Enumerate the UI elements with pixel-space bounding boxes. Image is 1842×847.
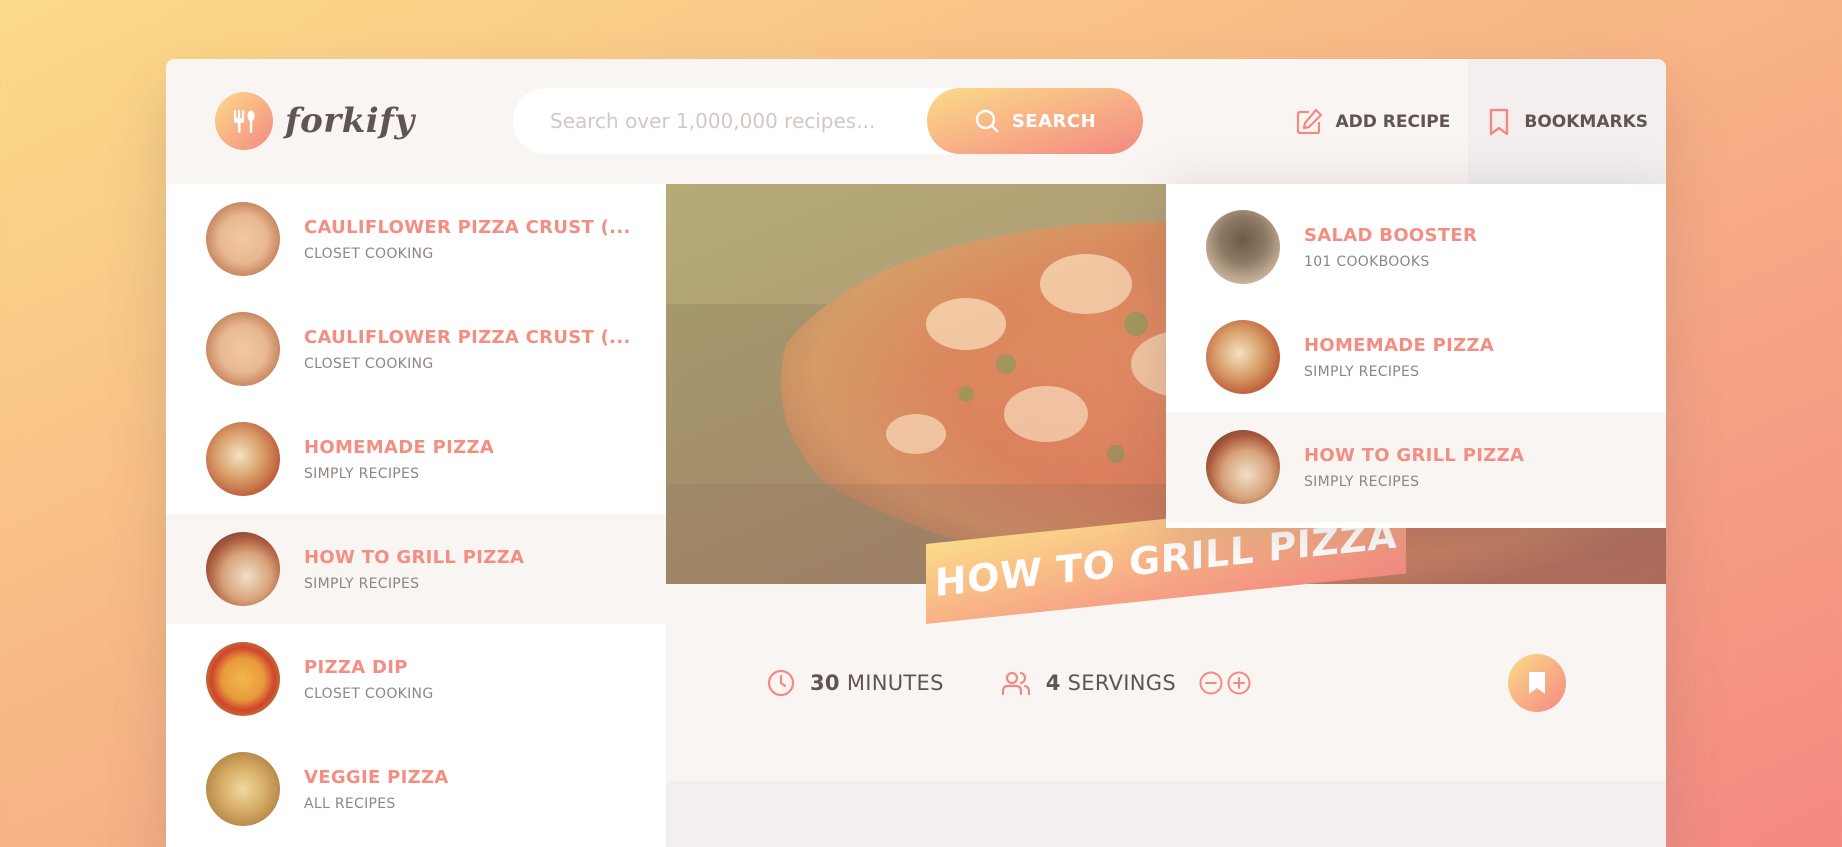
app-container: forkify SEARCH ADD RECIPE bbox=[166, 59, 1666, 847]
search-button[interactable]: SEARCH bbox=[927, 88, 1143, 154]
recipe-thumbnail bbox=[206, 532, 280, 606]
add-recipe-label: ADD RECIPE bbox=[1335, 111, 1451, 132]
result-publisher: SIMPLY RECIPES bbox=[304, 575, 420, 592]
recipe-thumbnail bbox=[206, 422, 280, 496]
bookmark-title: HOMEMADE PIZZA bbox=[1304, 334, 1495, 356]
cooking-time-unit: MINUTES bbox=[846, 670, 944, 695]
result-item[interactable]: CAULIFLOWER PIZZA CRUST (... CLOSET COOK… bbox=[166, 184, 666, 294]
search-form: SEARCH bbox=[513, 88, 1143, 154]
cooking-time: 30 MINUTES bbox=[766, 668, 944, 698]
add-recipe-button[interactable]: ADD RECIPE bbox=[1276, 59, 1469, 184]
result-publisher: CLOSET COOKING bbox=[304, 685, 434, 702]
bookmark-icon bbox=[1490, 108, 1509, 135]
search-results: CAULIFLOWER PIZZA CRUST (... CLOSET COOK… bbox=[166, 184, 666, 847]
bookmark-item-active[interactable]: HOW TO GRILL PIZZA SIMPLY RECIPES bbox=[1166, 412, 1666, 522]
clock-icon bbox=[767, 669, 795, 696]
result-item[interactable]: HOMEMADE PIZZA SIMPLY RECIPES bbox=[166, 404, 666, 514]
result-item[interactable]: PIZZA DIP CLOSET COOKING bbox=[166, 624, 666, 734]
recipe-thumbnail bbox=[206, 312, 280, 386]
edit-icon bbox=[1296, 108, 1322, 134]
bookmark-icon bbox=[1529, 672, 1545, 694]
bookmark-title: HOW TO GRILL PIZZA bbox=[1304, 444, 1525, 466]
recipe-thumbnail bbox=[1206, 430, 1280, 504]
recipe-thumbnail bbox=[1206, 210, 1280, 284]
nav: ADD RECIPE BOOKMARKS bbox=[1276, 59, 1666, 184]
header: forkify SEARCH ADD RECIPE bbox=[166, 59, 1666, 184]
bookmark-title: SALAD BOOSTER bbox=[1304, 224, 1478, 246]
users-icon bbox=[1001, 671, 1030, 695]
recipe-details: 30 MINUTES 4 SERVINGS bbox=[666, 584, 1666, 781]
search-icon bbox=[975, 109, 999, 133]
search-input[interactable] bbox=[550, 109, 950, 133]
result-item-active[interactable]: HOW TO GRILL PIZZA SIMPLY RECIPES bbox=[166, 514, 666, 624]
bookmark-publisher: 101 COOKBOOKS bbox=[1304, 253, 1430, 270]
result-title: PIZZA DIP bbox=[304, 656, 408, 678]
bookmark-recipe-button[interactable] bbox=[1508, 654, 1566, 712]
search-button-label: SEARCH bbox=[1011, 110, 1097, 132]
bookmarks-label: BOOKMARKS bbox=[1524, 111, 1648, 132]
recipe-thumbnail bbox=[206, 752, 280, 826]
plus-circle-icon[interactable] bbox=[1226, 670, 1252, 696]
recipe-thumbnail bbox=[206, 202, 280, 276]
servings-buttons bbox=[1198, 670, 1254, 696]
logo[interactable]: forkify bbox=[215, 92, 415, 150]
recipe-thumbnail bbox=[1206, 320, 1280, 394]
result-title: HOMEMADE PIZZA bbox=[304, 436, 495, 458]
bookmarks-button[interactable]: BOOKMARKS bbox=[1468, 59, 1666, 184]
bookmark-item[interactable]: SALAD BOOSTER 101 COOKBOOKS bbox=[1166, 192, 1666, 302]
result-publisher: SIMPLY RECIPES bbox=[304, 465, 420, 482]
minus-circle-icon[interactable] bbox=[1198, 670, 1224, 696]
servings-value: 4 bbox=[1045, 670, 1061, 695]
logo-text: forkify bbox=[285, 101, 415, 141]
cooking-time-value: 30 bbox=[810, 670, 840, 695]
servings: 4 SERVINGS bbox=[1000, 668, 1254, 698]
ingredients-section bbox=[666, 781, 1666, 847]
recipe-thumbnail bbox=[206, 642, 280, 716]
bookmark-item[interactable]: HOMEMADE PIZZA SIMPLY RECIPES bbox=[1166, 302, 1666, 412]
result-title: CAULIFLOWER PIZZA CRUST (... bbox=[304, 216, 631, 238]
result-item[interactable]: CAULIFLOWER PIZZA CRUST (... CLOSET COOK… bbox=[166, 294, 666, 404]
bookmark-publisher: SIMPLY RECIPES bbox=[1304, 473, 1420, 490]
result-publisher: ALL RECIPES bbox=[304, 795, 396, 812]
result-title: VEGGIE PIZZA bbox=[304, 766, 449, 788]
bookmark-publisher: SIMPLY RECIPES bbox=[1304, 363, 1420, 380]
result-title: HOW TO GRILL PIZZA bbox=[304, 546, 525, 568]
fork-spoon-icon bbox=[215, 92, 273, 150]
bookmarks-dropdown: SALAD BOOSTER 101 COOKBOOKS HOMEMADE PIZ… bbox=[1166, 184, 1666, 528]
result-publisher: CLOSET COOKING bbox=[304, 245, 434, 262]
result-item[interactable]: VEGGIE PIZZA ALL RECIPES bbox=[166, 734, 666, 844]
result-publisher: CLOSET COOKING bbox=[304, 355, 434, 372]
servings-unit: SERVINGS bbox=[1067, 670, 1176, 695]
result-title: CAULIFLOWER PIZZA CRUST (... bbox=[304, 326, 631, 348]
